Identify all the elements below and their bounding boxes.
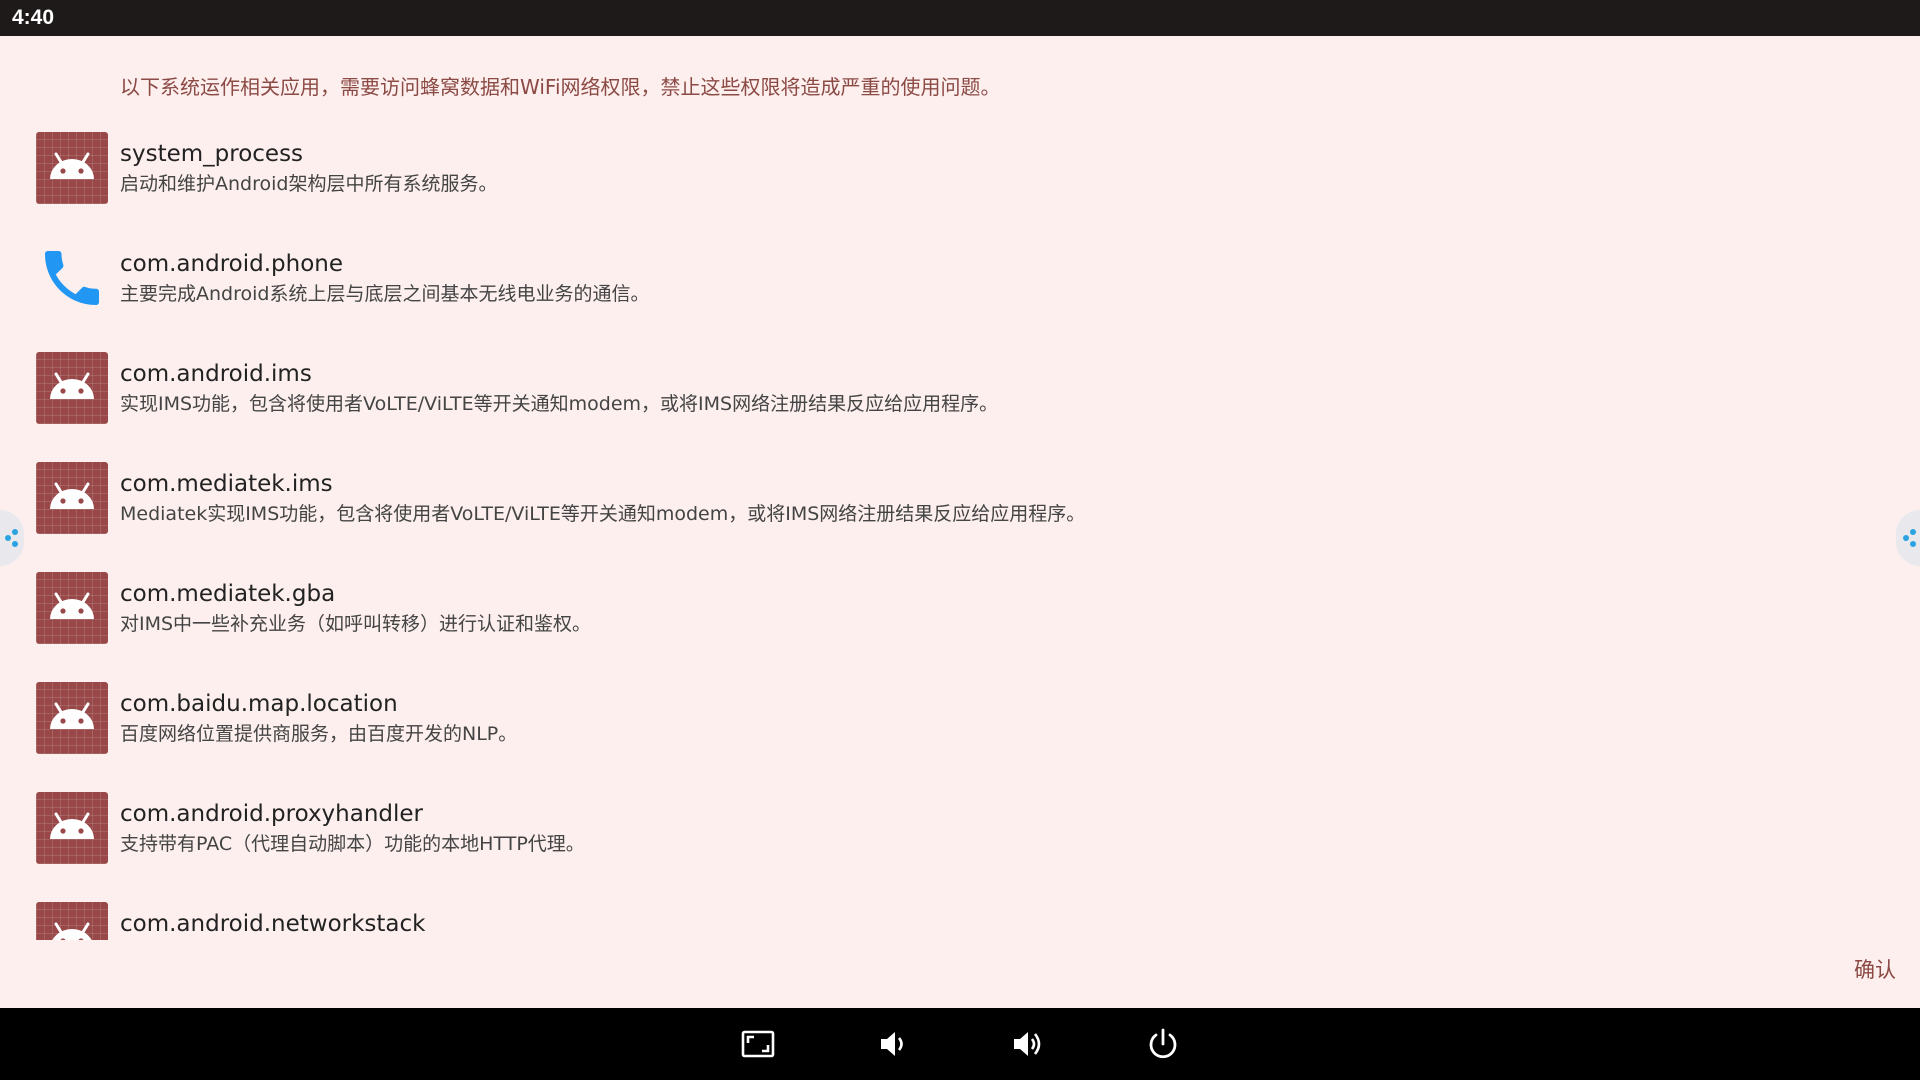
phone-icon	[36, 242, 108, 314]
list-item[interactable]: com.baidu.map.location 百度网络位置提供商服务，由百度开发的…	[0, 682, 1280, 782]
status-bar: 4:40	[0, 0, 1920, 36]
volume-up-button[interactable]	[1008, 1024, 1048, 1064]
item-description: 百度网络位置提供商服务，由百度开发的NLP。	[120, 723, 518, 745]
list-item[interactable]: com.mediatek.gba 对IMS中一些补充业务（如呼叫转移）进行认证和鉴…	[0, 572, 1280, 672]
screenshot-icon	[741, 1030, 775, 1058]
android-icon	[36, 352, 108, 424]
confirm-button[interactable]: 确认	[1854, 956, 1896, 984]
item-title: com.mediatek.gba	[120, 581, 336, 607]
dots-icon	[1903, 529, 1916, 547]
item-description: 支持带有PAC（代理自动脚本）功能的本地HTTP代理。	[120, 833, 585, 855]
navigation-bar	[0, 1008, 1920, 1080]
android-icon	[36, 572, 108, 644]
status-time: 4:40	[12, 6, 55, 29]
power-icon	[1149, 1028, 1177, 1059]
device-screen: 4:40 以下系统运作相关应用，需要访问蜂窝数据和WiFi网络权限，禁止这些权限…	[0, 0, 1920, 1080]
permission-dialog: 以下系统运作相关应用，需要访问蜂窝数据和WiFi网络权限，禁止这些权限将造成严重…	[0, 36, 1920, 1008]
volume-up-icon	[1014, 1032, 1041, 1056]
screenshot-button[interactable]	[738, 1024, 778, 1064]
dots-icon	[5, 529, 18, 547]
list-item[interactable]: com.android.ims 实现IMS功能，包含将使用者VoLTE/ViLTE…	[0, 352, 1280, 452]
android-icon	[36, 792, 108, 864]
item-title: com.baidu.map.location	[120, 691, 398, 717]
intro-text: 以下系统运作相关应用，需要访问蜂窝数据和WiFi网络权限，禁止这些权限将造成严重…	[120, 75, 1001, 99]
list-item[interactable]: com.android.networkstack	[0, 902, 1280, 940]
volume-down-icon	[881, 1032, 903, 1056]
system-app-list[interactable]: system_process 启动和维护Android架构层中所有系统服务。 com…	[0, 132, 1920, 940]
item-description: 启动和维护Android架构层中所有系统服务。	[120, 173, 498, 195]
list-item[interactable]: com.android.proxyhandler 支持带有PAC（代理自动脚本）功…	[0, 792, 1280, 892]
item-description: 对IMS中一些补充业务（如呼叫转移）进行认证和鉴权。	[120, 613, 592, 635]
power-button[interactable]	[1143, 1024, 1183, 1064]
android-icon	[36, 462, 108, 534]
item-title: com.android.ims	[120, 361, 312, 387]
android-icon	[36, 902, 108, 940]
item-title: com.android.phone	[120, 251, 344, 277]
item-title: com.android.networkstack	[120, 911, 426, 937]
item-description: 主要完成Android系统上层与底层之间基本无线电业务的通信。	[120, 283, 650, 305]
list-item[interactable]: system_process 启动和维护Android架构层中所有系统服务。	[0, 132, 1280, 232]
android-icon	[36, 682, 108, 754]
item-description: Mediatek实现IMS功能，包含将使用者VoLTE/ViLTE等开关通知mo…	[120, 503, 1086, 525]
item-title: system_process	[120, 141, 304, 167]
list-item[interactable]: com.android.phone 主要完成Android系统上层与底层之间基本无…	[0, 242, 1280, 342]
item-description: 实现IMS功能，包含将使用者VoLTE/ViLTE等开关通知modem，或将IM…	[120, 393, 999, 415]
item-title: com.android.proxyhandler	[120, 801, 424, 827]
item-title: com.mediatek.ims	[120, 471, 333, 497]
volume-down-button[interactable]	[873, 1024, 913, 1064]
android-icon	[36, 132, 108, 204]
list-item[interactable]: com.mediatek.ims Mediatek实现IMS功能，包含将使用者Vo…	[0, 462, 1280, 562]
